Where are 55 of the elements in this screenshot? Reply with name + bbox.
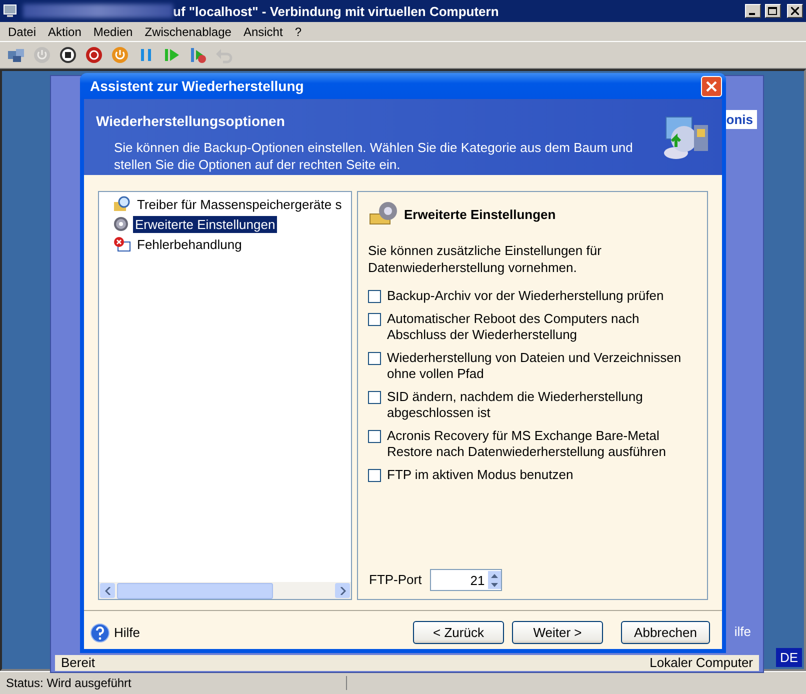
location-text: Lokaler Computer bbox=[650, 655, 753, 671]
tree-item[interactable]: Erweiterte Einstellungen bbox=[133, 216, 278, 232]
option-label: Acronis Recovery für MS Exchange Bare-Metal Restore nach Datenwiederherstellung ausführen bbox=[387, 428, 667, 460]
option-label: SID ändern, nachdem die Wiederherstellung abgeschlossen ist bbox=[387, 389, 644, 421]
magnifier-folder-icon bbox=[113, 196, 131, 212]
window-title: uf "localhost" - Verbindung mit virtuellen Computern bbox=[173, 4, 500, 18]
error-window-icon bbox=[113, 236, 131, 252]
checkbox[interactable] bbox=[368, 290, 381, 303]
menu-item[interactable]: ? bbox=[288, 24, 308, 38]
spin-up-icon[interactable] bbox=[490, 574, 498, 578]
maximize-button[interactable] bbox=[765, 4, 781, 18]
option-label: Backup-Archiv vor der Wiederherstellung prüfen bbox=[387, 288, 664, 304]
panel-title: Erweiterte Einstellungen bbox=[404, 206, 556, 222]
horizontal-scrollbar[interactable] bbox=[99, 582, 351, 599]
menu-item[interactable]: Zwischenablage bbox=[138, 24, 238, 38]
help-text: ilfe bbox=[734, 624, 751, 639]
minimize-button[interactable] bbox=[745, 4, 761, 18]
wizard-button[interactable]: Abbrechen bbox=[621, 621, 710, 644]
checkbox[interactable] bbox=[368, 352, 381, 365]
close-icon bbox=[706, 80, 717, 92]
close-button[interactable] bbox=[787, 4, 803, 18]
tree-item[interactable]: Treiber für Massenspeichergeräte s bbox=[135, 196, 344, 212]
scroll-left-icon[interactable] bbox=[100, 583, 115, 598]
menu-item[interactable]: Ansicht bbox=[237, 24, 289, 38]
dialog-title: Assistent zur Wiederherstellung bbox=[89, 78, 305, 94]
menu-item[interactable]: Datei bbox=[2, 24, 42, 38]
spin-down-icon[interactable] bbox=[490, 582, 498, 586]
checkbox[interactable] bbox=[368, 430, 381, 443]
checkbox[interactable] bbox=[368, 313, 381, 326]
option-label: Automatischer Reboot des Computers nach Abschluss der Wiederherstellung bbox=[387, 311, 640, 343]
option-label: Wiederherstellung von Dateien und Verzeichnissen ohne vollen Pfad bbox=[387, 350, 682, 382]
scroll-right-icon[interactable] bbox=[335, 583, 350, 598]
ftp-port-label: FTP-Port bbox=[369, 572, 422, 588]
menu-item[interactable]: Medien bbox=[87, 24, 139, 38]
header-description: Sie können die Backup-Optionen einstellen. Wählen Sie die Kategorie aus dem Baum und stellen Sie die Optionen auf der rechten Seite ein. bbox=[113, 139, 634, 173]
computer-icon bbox=[3, 4, 19, 18]
maximize-icon bbox=[768, 6, 778, 16]
wizard-button[interactable]: < Zurück bbox=[413, 621, 504, 644]
header-title: Wiederherstellungsoptionen bbox=[96, 113, 286, 129]
close-icon bbox=[791, 7, 799, 15]
panel-description: Sie können zusätzliche Einstellungen für Datenwiederherstellung vornehmen. bbox=[368, 242, 602, 276]
status-text: Bereit bbox=[61, 655, 95, 671]
help-link[interactable]: Hilfe bbox=[90, 622, 140, 642]
language-indicator[interactable]: DE bbox=[776, 648, 802, 667]
menu-item[interactable]: Aktion bbox=[42, 24, 88, 38]
option-label: FTP im aktiven Modus benutzen bbox=[387, 467, 574, 483]
wizard-button[interactable]: Weiter > bbox=[512, 621, 603, 644]
checkbox[interactable] bbox=[368, 469, 381, 482]
tree-item[interactable]: Fehlerbehandlung bbox=[135, 236, 244, 252]
stop-icon[interactable] bbox=[58, 45, 78, 65]
status-text: Status: Wird ausgeführt bbox=[0, 676, 347, 690]
port-spin-field[interactable]: 21 bbox=[430, 569, 502, 591]
gear-icon bbox=[113, 216, 129, 232]
help-icon bbox=[90, 622, 110, 642]
checkbox[interactable] bbox=[368, 391, 381, 404]
